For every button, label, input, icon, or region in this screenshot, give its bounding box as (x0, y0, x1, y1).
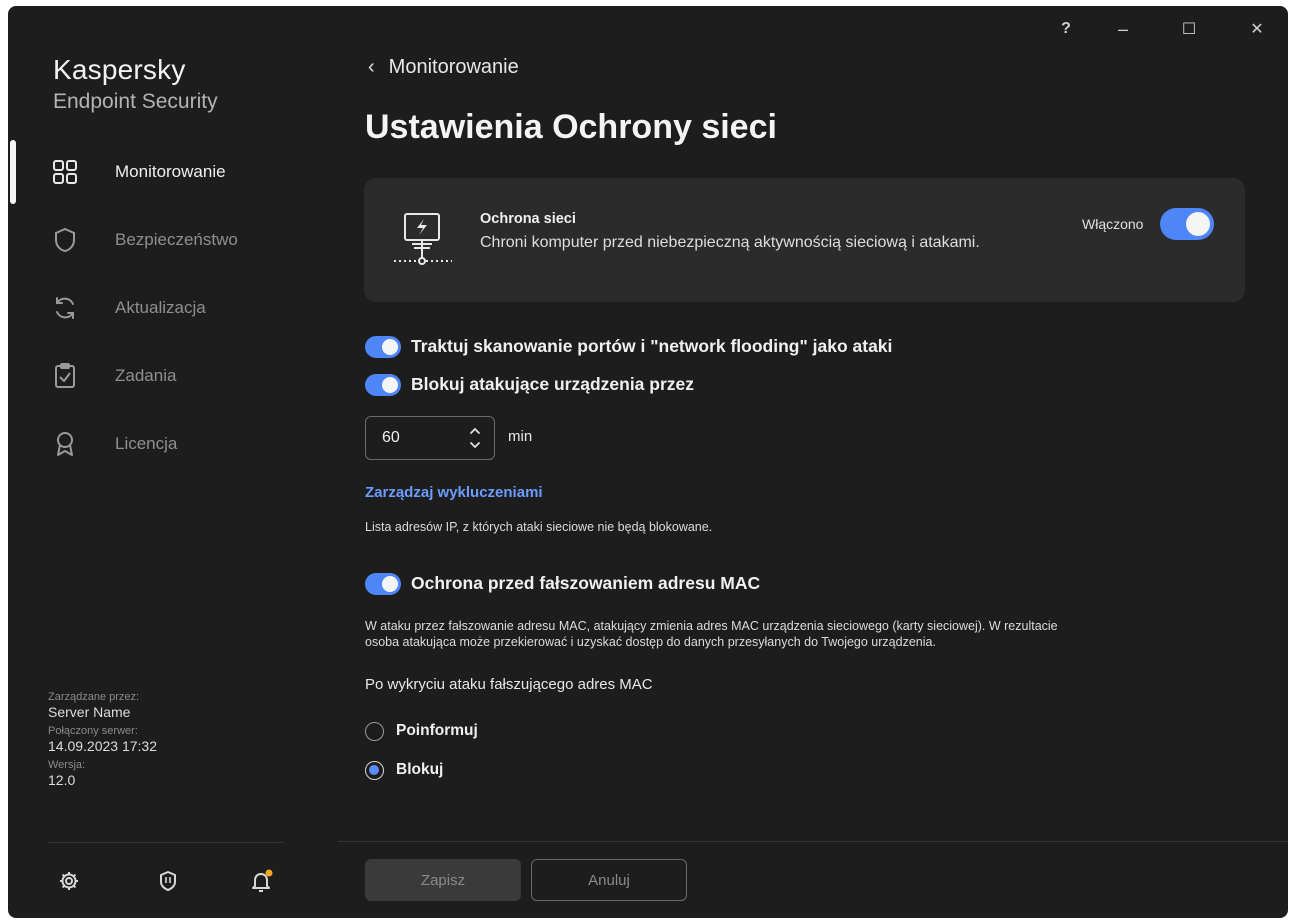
sidebar-item-bezpieczenstwo[interactable]: Bezpieczeństwo (8, 205, 338, 273)
managed-by-label: Zarządzane przez: (48, 691, 140, 703)
version-value: 12.0 (48, 772, 76, 789)
close-button[interactable]: ✕ (1242, 14, 1272, 44)
footer-divider (338, 841, 1288, 842)
network-protection-toggle[interactable] (1160, 208, 1214, 240)
maximize-button[interactable]: ☐ (1174, 14, 1204, 44)
brand-name: Kaspersky (53, 54, 186, 85)
cancel-button[interactable]: Anuluj (531, 859, 687, 901)
sidebar-item-zadania[interactable]: Zadania (8, 341, 338, 409)
clipboard-check-icon (55, 363, 75, 388)
version-label: Wersja: (48, 758, 86, 771)
port-scan-toggle[interactable] (365, 336, 401, 358)
port-scan-option-label: Traktuj skanowanie portów i "network flo… (411, 336, 893, 356)
sidebar-footer (8, 866, 338, 896)
dashboard-icon (53, 160, 77, 184)
sidebar-item-monitorowanie[interactable]: Monitorowanie (8, 137, 338, 205)
help-button[interactable]: ? (1051, 14, 1081, 44)
sidebar-item-label: Zadania (115, 366, 177, 385)
block-duration-stepper[interactable]: 60 (365, 416, 495, 460)
sidebar-item-label: Bezpieczeństwo (115, 230, 238, 249)
server-info: Zarządzane przez: Server Name Połączony … (48, 690, 157, 792)
sidebar: Kaspersky Endpoint Security Monitorowani… (8, 6, 338, 918)
radio-block-label[interactable]: Blokuj (396, 761, 443, 779)
brand-product: Endpoint Security (53, 90, 218, 113)
connected-server-value: 14.09.2023 17:32 (48, 738, 157, 755)
radio-inform[interactable] (365, 722, 384, 741)
back-link[interactable]: ‹ Monitorowanie (368, 56, 519, 79)
block-duration-value: 60 (382, 429, 400, 446)
support-icon[interactable] (153, 866, 183, 896)
settings-icon[interactable] (54, 866, 84, 896)
main-content: ? – ☐ ✕ ‹ Monitorowanie Ustawienia Ochro… (338, 6, 1288, 918)
page-title: Ustawienia Ochrony sieci (365, 108, 777, 146)
chevron-left-icon: ‹ (368, 56, 375, 78)
mac-spoofing-option-label: Ochrona przed fałszowaniem adresu MAC (411, 573, 761, 593)
after-detection-label: Po wykryciu ataku fałszującego adres MAC (365, 676, 653, 693)
back-label: Monitorowanie (388, 56, 519, 78)
brand: Kaspersky Endpoint Security (53, 54, 218, 114)
sidebar-item-label: Monitorowanie (115, 162, 226, 181)
sidebar-nav: Monitorowanie Bezpieczeństwo Aktualizacj… (8, 137, 338, 477)
shield-icon (55, 227, 75, 253)
block-attackers-option-label: Blokuj atakujące urządzenia przez (411, 374, 695, 394)
sidebar-divider (48, 842, 284, 843)
refresh-icon (56, 297, 74, 319)
notifications-icon[interactable] (246, 866, 276, 896)
exclusions-description: Lista adresów IP, z których ataki siecio… (365, 520, 713, 534)
stepper-arrows-icon[interactable] (468, 424, 482, 452)
connected-server-label: Połączony serwer: (48, 724, 138, 737)
manage-exclusions-link[interactable]: Zarządzaj wykluczeniami (365, 484, 543, 501)
mac-description-line-1: W ataku przez fałszowanie adresu MAC, at… (365, 619, 1058, 633)
mac-description-line-2: osoba atakująca może przekierować i uzys… (365, 635, 936, 649)
sidebar-item-aktualizacja[interactable]: Aktualizacja (8, 273, 338, 341)
app-window: Kaspersky Endpoint Security Monitorowani… (8, 6, 1288, 918)
save-button[interactable]: Zapisz (365, 859, 521, 901)
network-protection-card: Ochrona sieci Chroni komputer przed nieb… (364, 178, 1245, 302)
card-title: Ochrona sieci (480, 211, 576, 227)
sidebar-item-label: Aktualizacja (115, 298, 206, 317)
minimize-button[interactable]: – (1108, 14, 1138, 44)
radio-block[interactable] (365, 761, 384, 780)
block-attackers-toggle[interactable] (365, 374, 401, 396)
radio-inform-label[interactable]: Poinformuj (396, 722, 478, 740)
card-status-label: Włączono (1082, 216, 1144, 232)
card-description: Chroni komputer przed niebezpieczną akty… (480, 234, 980, 251)
award-icon (57, 432, 73, 456)
managed-by-value: Server Name (48, 704, 131, 721)
sidebar-item-label: Licencja (115, 434, 178, 453)
mac-spoofing-toggle[interactable] (365, 573, 401, 595)
block-duration-unit: min (508, 428, 533, 445)
sidebar-item-licencja[interactable]: Licencja (8, 409, 338, 477)
network-monitor-icon (394, 213, 452, 265)
